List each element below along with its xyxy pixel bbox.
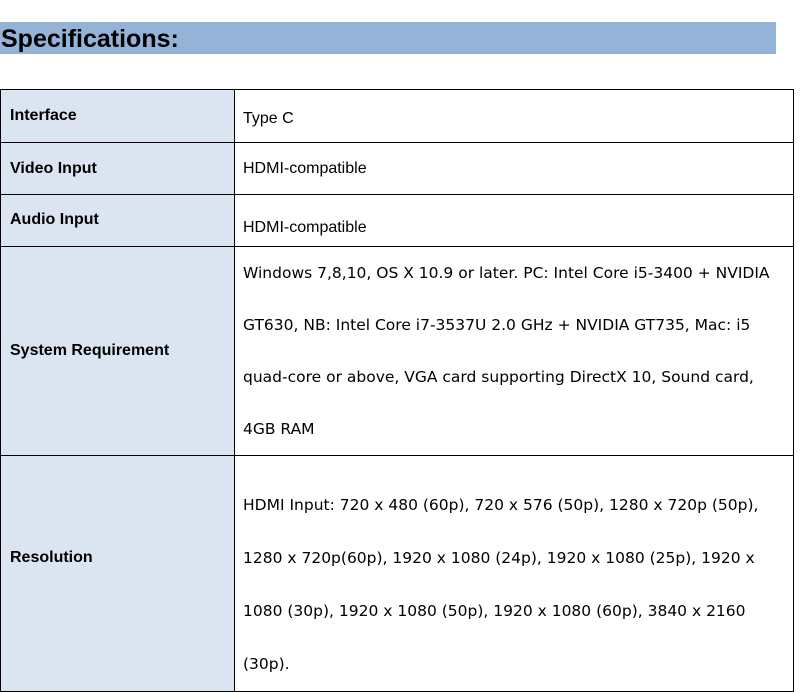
- table-row: Video Input HDMI-compatible: [0, 142, 794, 195]
- spec-value-system-requirement: Windows 7,8,10, OS X 10.9 or later. PC: …: [234, 246, 794, 456]
- spec-label-interface: Interface: [0, 89, 235, 143]
- spec-label-system-requirement: System Requirement: [0, 246, 235, 456]
- spec-value-audio-input: HDMI-compatible: [234, 194, 794, 247]
- spec-value-interface: Type C: [234, 89, 794, 143]
- spec-table: Interface Type C Video Input HDMI-compat…: [0, 89, 794, 692]
- section-heading: Specifications:: [1, 25, 179, 53]
- table-row: Audio Input HDMI-compatible: [0, 194, 794, 247]
- spec-value-video-input: HDMI-compatible: [234, 142, 794, 195]
- table-row: Resolution HDMI Input: 720 x 480 (60p), …: [0, 455, 794, 692]
- spec-value-resolution: HDMI Input: 720 x 480 (60p), 720 x 576 (…: [234, 455, 794, 692]
- spec-label-audio-input: Audio Input: [0, 194, 235, 247]
- table-row: System Requirement Windows 7,8,10, OS X …: [0, 246, 794, 456]
- spec-label-video-input: Video Input: [0, 142, 235, 195]
- spec-label-resolution: Resolution: [0, 455, 235, 692]
- table-row: Interface Type C: [0, 89, 794, 143]
